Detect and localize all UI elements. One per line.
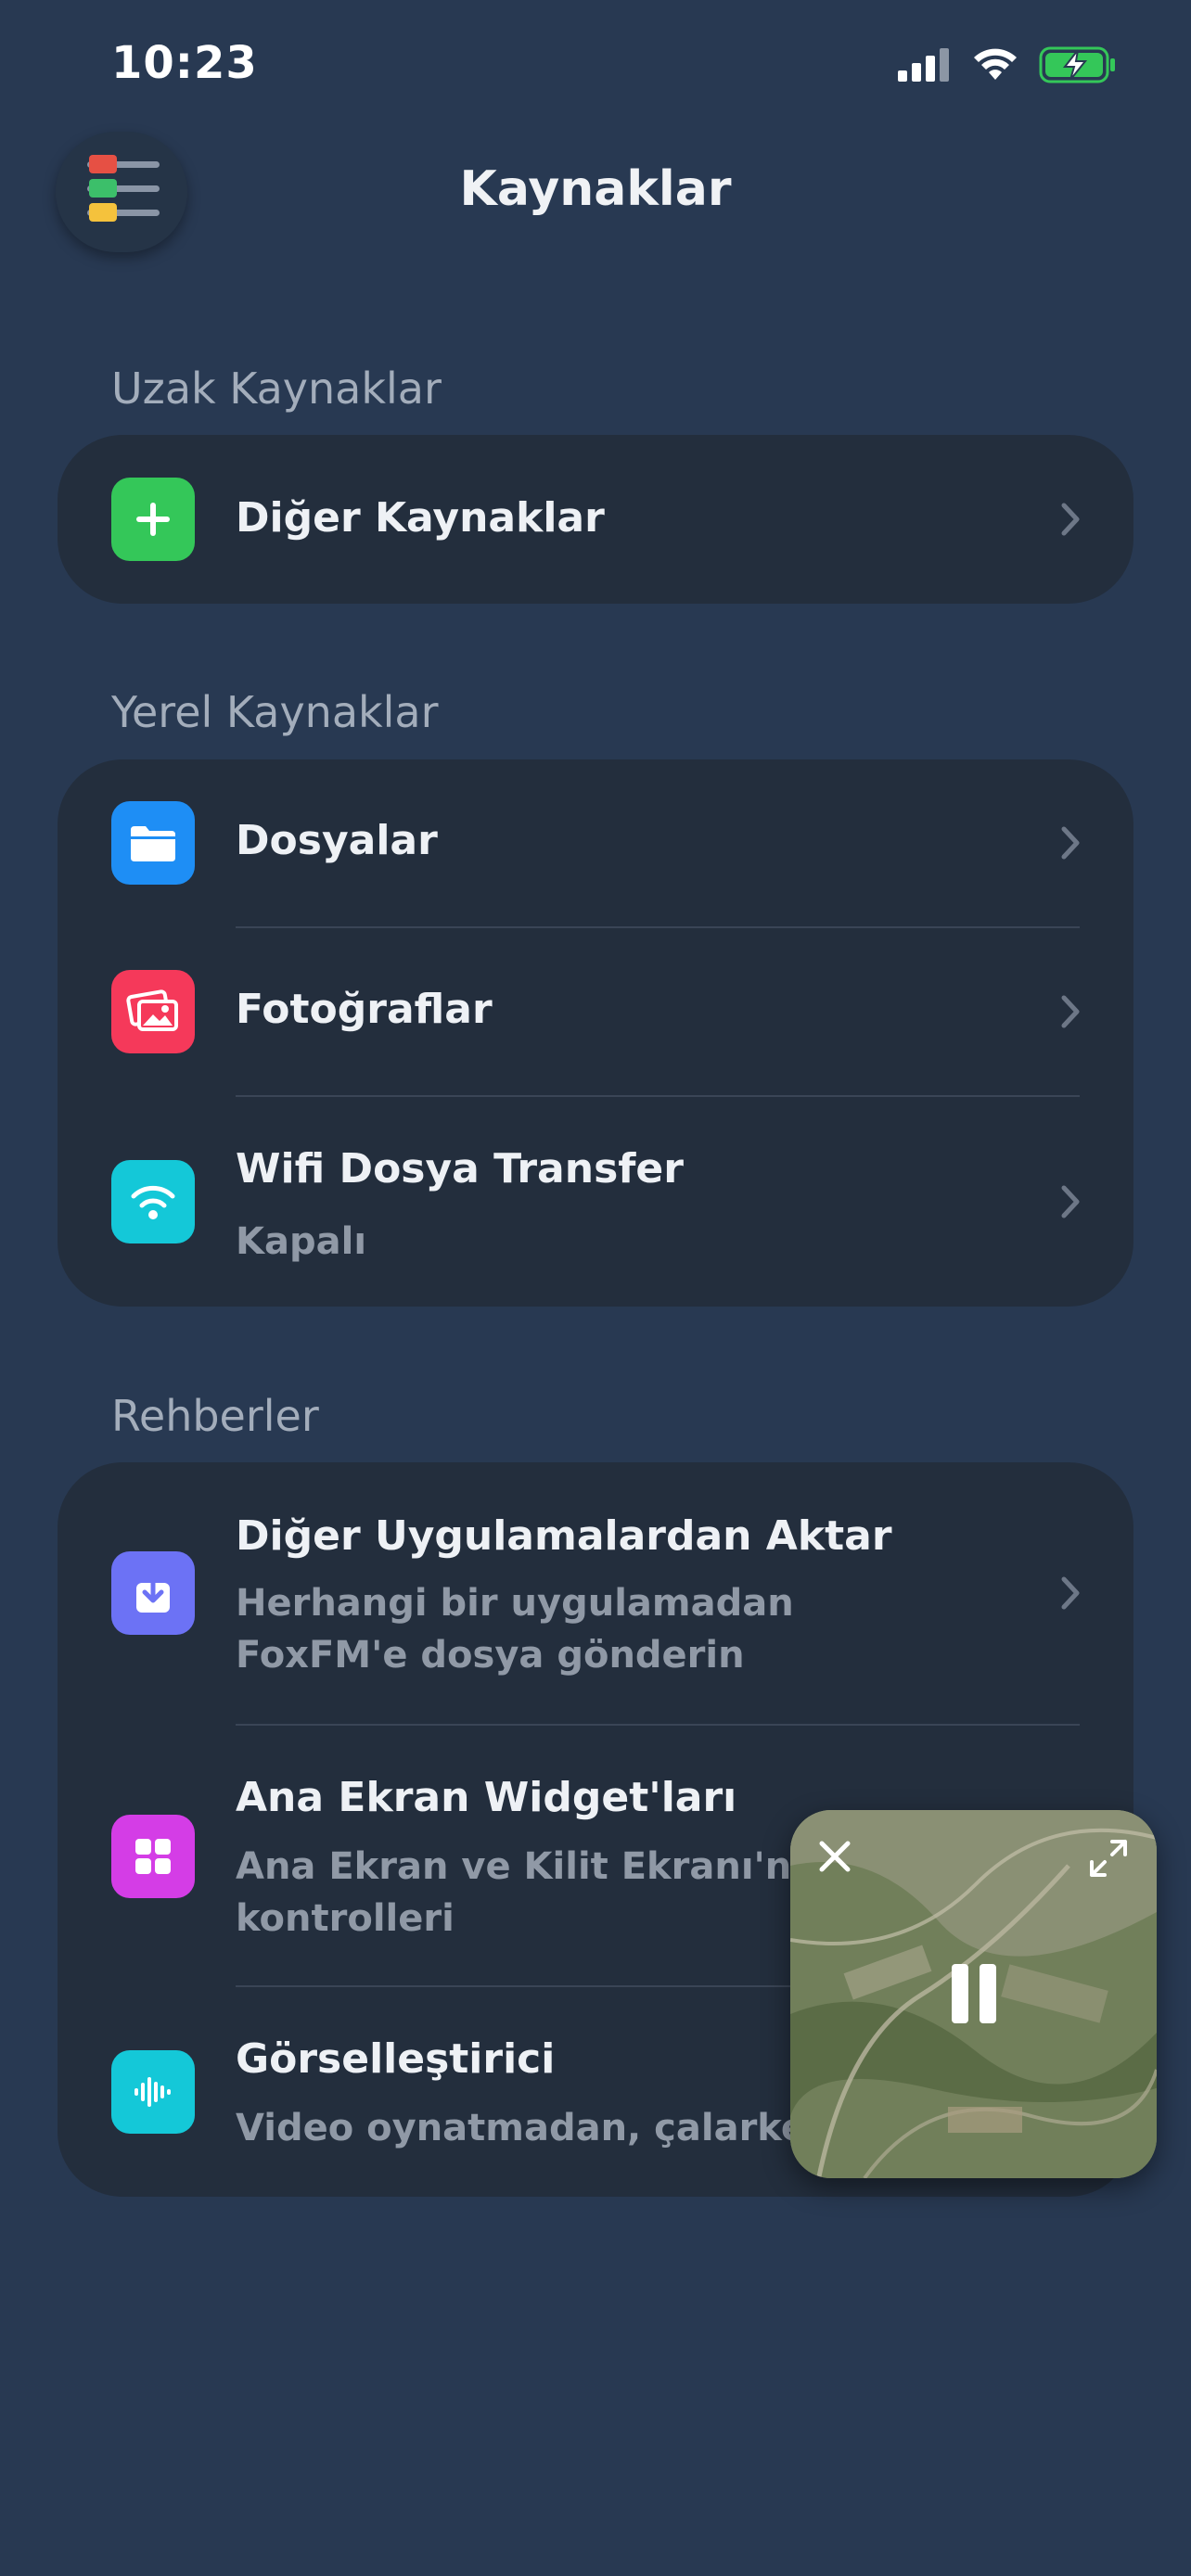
widgets-icon xyxy=(111,1815,195,1898)
battery-charging-icon xyxy=(1039,46,1115,83)
item-title: Wifi Dosya Transfer xyxy=(236,1145,684,1192)
wifi-status-icon xyxy=(974,48,1017,80)
chevron-right-icon xyxy=(1061,995,1080,1028)
item-title: Fotoğraflar xyxy=(236,986,493,1033)
list-item-import-from-apps[interactable]: Diğer Uygulamalardan Aktar Herhangi bir … xyxy=(58,1462,1133,1724)
plus-icon xyxy=(111,478,195,561)
pip-pause-button[interactable] xyxy=(941,1960,1007,2027)
import-icon xyxy=(111,1551,195,1635)
chevron-right-icon xyxy=(1061,826,1080,860)
chevron-right-icon xyxy=(1061,1576,1080,1610)
folder-icon xyxy=(111,801,195,885)
item-title: Diğer Uygulamalardan Aktar xyxy=(236,1512,892,1560)
picture-in-picture-player[interactable] xyxy=(790,1810,1157,2178)
item-title: Ana Ekran Widget'ları xyxy=(236,1774,737,1821)
chevron-right-icon xyxy=(1061,1185,1080,1218)
pip-expand-button[interactable] xyxy=(1086,1836,1131,1881)
item-subtitle: Herhangi bir uygulamadan FoxFM'e dosya g… xyxy=(236,1582,794,1677)
section-title-local: Yerel Kaynaklar xyxy=(111,687,439,737)
cellular-signal-icon xyxy=(898,48,949,82)
photos-icon xyxy=(111,970,195,1053)
list-item-photos[interactable]: Fotoğraflar xyxy=(58,928,1133,1095)
wifi-icon xyxy=(111,1160,195,1243)
item-title: Dosyalar xyxy=(236,817,438,864)
list-item-files[interactable]: Dosyalar xyxy=(58,759,1133,926)
status-icons xyxy=(898,46,1117,83)
list-item-wifi-transfer[interactable]: Wifi Dosya Transfer Kapalı xyxy=(58,1097,1133,1307)
list-item-other-sources[interactable]: Diğer Kaynaklar xyxy=(58,435,1133,604)
status-bar: 10:23 xyxy=(0,0,1191,130)
expand-icon xyxy=(1090,1840,1127,1877)
item-title: Diğer Kaynaklar xyxy=(236,494,605,542)
pip-close-button[interactable] xyxy=(813,1834,857,1879)
item-title: Görselleştirici xyxy=(236,2035,556,2083)
pause-icon xyxy=(952,1964,996,2023)
chevron-right-icon xyxy=(1061,503,1080,536)
status-time: 10:23 xyxy=(111,37,258,89)
section-title-guides: Rehberler xyxy=(111,1391,319,1441)
section-title-remote: Uzak Kaynaklar xyxy=(111,363,442,414)
waveform-icon xyxy=(111,2050,195,2134)
close-icon xyxy=(819,1841,851,1872)
page-title: Kaynaklar xyxy=(459,161,732,217)
local-sources-card: Dosyalar Fotoğraflar Wifi Dosya Transfer… xyxy=(58,759,1133,1307)
remote-sources-card: Diğer Kaynaklar xyxy=(58,435,1133,604)
item-subtitle: Kapalı xyxy=(236,1220,367,1263)
